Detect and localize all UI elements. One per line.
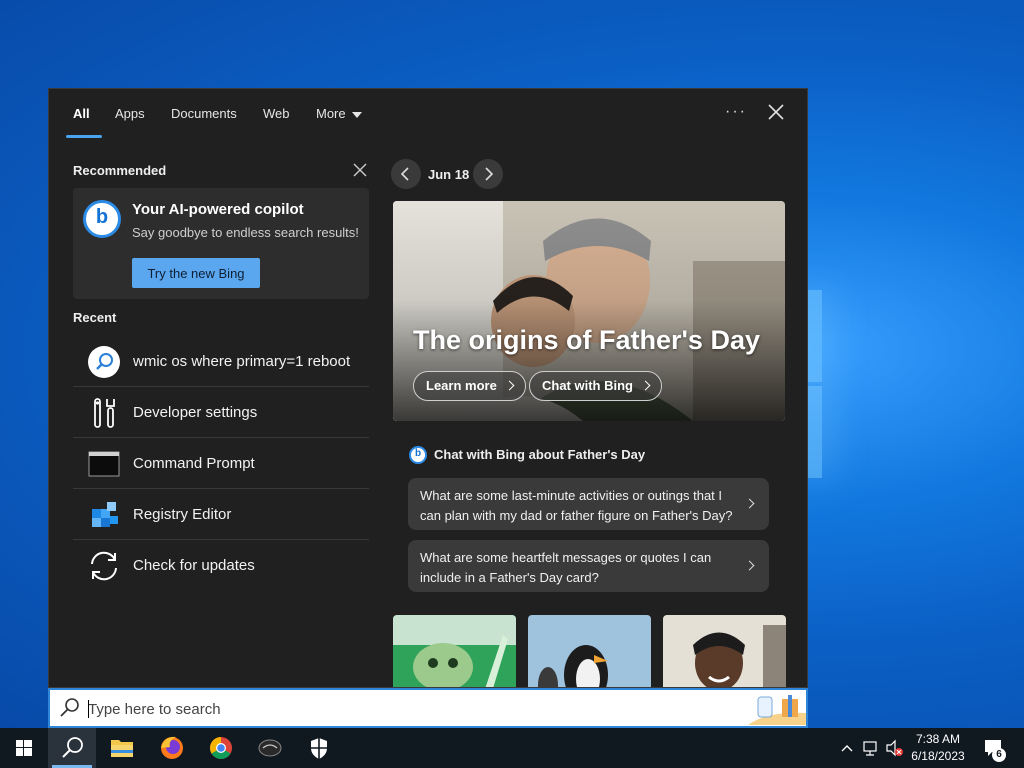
file-explorer-icon (111, 740, 133, 757)
copilot-card: b Your AI-powered copilot Say goodbye to… (73, 188, 369, 299)
learn-more-label: Learn more (426, 378, 497, 393)
tab-web[interactable]: Web (263, 106, 290, 121)
network-icon[interactable] (861, 728, 881, 768)
chevron-left-icon (400, 167, 409, 181)
windows-security-button[interactable] (295, 728, 343, 768)
taskbar-clock[interactable]: 7:38 AM 6/18/2023 (898, 731, 978, 765)
recent-item-developer-settings[interactable]: Developer settings (73, 387, 369, 438)
registry-editor-icon (92, 502, 118, 527)
firefox-icon (161, 736, 183, 759)
recent-item-registry-editor[interactable]: Registry Editor (73, 489, 369, 540)
chat-heading: Chat with Bing about Father's Day (434, 447, 646, 462)
chevron-down-icon (351, 111, 362, 118)
search-box[interactable] (48, 688, 808, 728)
learn-more-button[interactable]: Learn more (413, 371, 526, 401)
copilot-title: Your AI-powered copilot (132, 201, 304, 218)
security-shield-icon (311, 738, 327, 759)
chat-suggestion-text: What are some heartfelt messages or quot… (420, 550, 712, 585)
news-thumbnail-1[interactable] (393, 615, 516, 687)
hero-card[interactable]: The origins of Father's Day Learn more C… (393, 201, 785, 421)
chevron-right-icon (744, 498, 755, 509)
hero-title: The origins of Father's Day (413, 325, 760, 355)
chevron-right-icon (640, 380, 651, 391)
try-new-bing-button[interactable]: Try the new Bing (132, 258, 260, 288)
recent-item-check-for-updates[interactable]: Check for updates (73, 540, 369, 591)
recent-item-label: Developer settings (133, 404, 258, 421)
recent-item-label: Check for updates (133, 557, 255, 574)
search-input[interactable] (88, 698, 728, 720)
chat-with-bing-button[interactable]: Chat with Bing (529, 371, 662, 401)
search-tabs: All Apps Documents Web More ··· (49, 89, 807, 139)
file-explorer-button[interactable] (98, 728, 146, 768)
windows-start-icon (16, 740, 32, 756)
news-thumbnail-3[interactable] (663, 615, 786, 687)
tab-apps[interactable]: Apps (115, 106, 145, 121)
clock-time: 7:38 AM (915, 732, 961, 746)
notification-count-badge: 6 (992, 748, 1006, 762)
bing-logo-icon: b (83, 200, 121, 238)
previous-date-button[interactable] (391, 159, 421, 189)
recent-heading: Recent (73, 310, 117, 325)
recent-list: wmic os where primary=1 reboot Developer… (73, 336, 369, 591)
taskbar: 7:38 AM 6/18/2023 6 (0, 728, 1024, 768)
chrome-icon (210, 737, 232, 759)
bing-chat-icon: b (409, 446, 427, 464)
next-date-button[interactable] (473, 159, 503, 189)
chevron-right-icon (744, 560, 755, 571)
tab-more-label: More (316, 106, 346, 121)
chevron-up-icon[interactable] (839, 728, 855, 768)
active-tab-indicator (66, 135, 102, 138)
search-panel: All Apps Documents Web More ··· Recommen… (48, 88, 808, 688)
bing-chat-logo-letter: b (414, 448, 422, 459)
recent-item-label: wmic os where primary=1 reboot (133, 353, 351, 370)
chrome-button[interactable] (197, 728, 245, 768)
chat-suggestion-1[interactable]: What are some last-minute activities or … (408, 478, 769, 530)
taskbar-app-button[interactable] (246, 728, 294, 768)
tab-more[interactable]: More (316, 106, 362, 121)
recent-item-label: Command Prompt (133, 455, 255, 472)
developer-tools-icon (94, 398, 115, 428)
copilot-subtitle: Say goodbye to endless search results! (132, 225, 359, 240)
search-icon (88, 346, 120, 378)
text-cursor (88, 700, 89, 718)
wallpaper-logo-pane-bottom (808, 386, 822, 478)
firefox-button[interactable] (148, 728, 196, 768)
taskbar-search-button[interactable] (48, 728, 96, 768)
recommended-heading: Recommended (73, 163, 167, 178)
tab-all[interactable]: All (73, 106, 90, 121)
bing-logo-letter: b (95, 206, 109, 228)
sync-icon (91, 551, 117, 581)
tab-documents[interactable]: Documents (171, 106, 237, 121)
recent-item-wmic[interactable]: wmic os where primary=1 reboot (73, 336, 369, 387)
news-date: Jun 18 (428, 167, 470, 182)
search-icon (60, 698, 79, 717)
app-icon (258, 739, 282, 757)
chevron-right-icon (485, 167, 494, 181)
dismiss-recommended-icon[interactable] (353, 163, 367, 177)
chat-suggestion-text: What are some last-minute activities or … (420, 488, 733, 523)
wallpaper-logo-pane-top (808, 290, 822, 382)
recent-item-label: Registry Editor (133, 506, 232, 523)
ellipsis-icon[interactable]: ··· (725, 103, 747, 121)
penguin-thumbnail-image (528, 615, 651, 687)
search-highlight-illustration-icon[interactable] (748, 691, 806, 725)
search-icon (62, 737, 83, 758)
chevron-right-icon (504, 380, 515, 391)
portrait-thumbnail-image (663, 615, 786, 687)
chat-with-bing-label: Chat with Bing (542, 378, 633, 393)
recent-item-command-prompt[interactable]: Command Prompt (73, 438, 369, 489)
close-icon[interactable] (767, 103, 785, 121)
yoda-thumbnail-image (393, 615, 516, 687)
chat-suggestion-2[interactable]: What are some heartfelt messages or quot… (408, 540, 769, 592)
start-button[interactable] (0, 728, 48, 768)
clock-date: 6/18/2023 (911, 749, 965, 763)
news-thumbnail-2[interactable] (528, 615, 651, 687)
command-prompt-icon (88, 451, 120, 477)
